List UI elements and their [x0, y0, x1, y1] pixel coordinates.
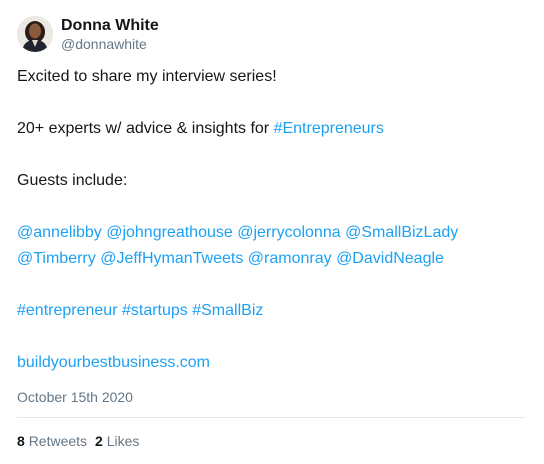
tweet-date[interactable]: October 15th 2020 [17, 388, 133, 406]
tweet-line: Excited to share my interview series! [17, 68, 277, 85]
hashtag-link[interactable]: #Entrepreneurs [274, 120, 384, 137]
retweets-stat[interactable]: 8 Retweets [17, 432, 87, 450]
url-link[interactable]: buildyourbestbusiness.com [17, 354, 210, 371]
mention-link[interactable]: @johngreathouse [106, 224, 233, 241]
mention-link[interactable]: @jerrycolonna [237, 224, 340, 241]
profile-photo-icon [17, 16, 53, 52]
mention-link[interactable]: @ramonray [248, 250, 332, 267]
tweet-header: Donna White @donnawhite [17, 14, 159, 54]
likes-stat[interactable]: 2 Likes [95, 432, 139, 450]
hashtag-link[interactable]: #SmallBiz [192, 302, 263, 319]
avatar[interactable] [17, 16, 53, 52]
tweet-line-text: 20+ experts w/ advice & insights for [17, 120, 274, 137]
author-display-name[interactable]: Donna White [61, 16, 159, 35]
tweet-line: 20+ experts w/ advice & insights for #En… [17, 116, 527, 142]
mentions-row: @Timberry @JeffHymanTweets @ramonray @Da… [17, 246, 527, 272]
author-names: Donna White @donnawhite [61, 16, 159, 53]
tweet-card: Donna White @donnawhite Excited to share… [0, 0, 544, 464]
mention-link[interactable]: @DavidNeagle [336, 250, 444, 267]
author-handle[interactable]: @donnawhite [61, 35, 159, 53]
divider [17, 417, 525, 418]
hashtag-link[interactable]: #entrepreneur [17, 302, 118, 319]
likes-label: Likes [106, 433, 140, 449]
tweet-text: Excited to share my interview series! 20… [17, 64, 527, 376]
mention-link[interactable]: @JeffHymanTweets [100, 250, 243, 267]
likes-count: 2 [95, 433, 103, 449]
retweets-label: Retweets [28, 433, 88, 449]
retweets-count: 8 [17, 433, 25, 449]
tweet-stats: 8 Retweets 2 Likes [17, 432, 147, 450]
hashtags-row: #entrepreneur #startups #SmallBiz [17, 298, 527, 324]
mentions-row: @annelibby @johngreathouse @jerrycolonna… [17, 220, 527, 246]
hashtag-link[interactable]: #startups [122, 302, 188, 319]
mention-link[interactable]: @SmallBizLady [345, 224, 458, 241]
mention-link[interactable]: @Timberry [17, 250, 96, 267]
url-row: buildyourbestbusiness.com [17, 350, 527, 376]
mention-link[interactable]: @annelibby [17, 224, 102, 241]
tweet-line: Guests include: [17, 172, 128, 189]
